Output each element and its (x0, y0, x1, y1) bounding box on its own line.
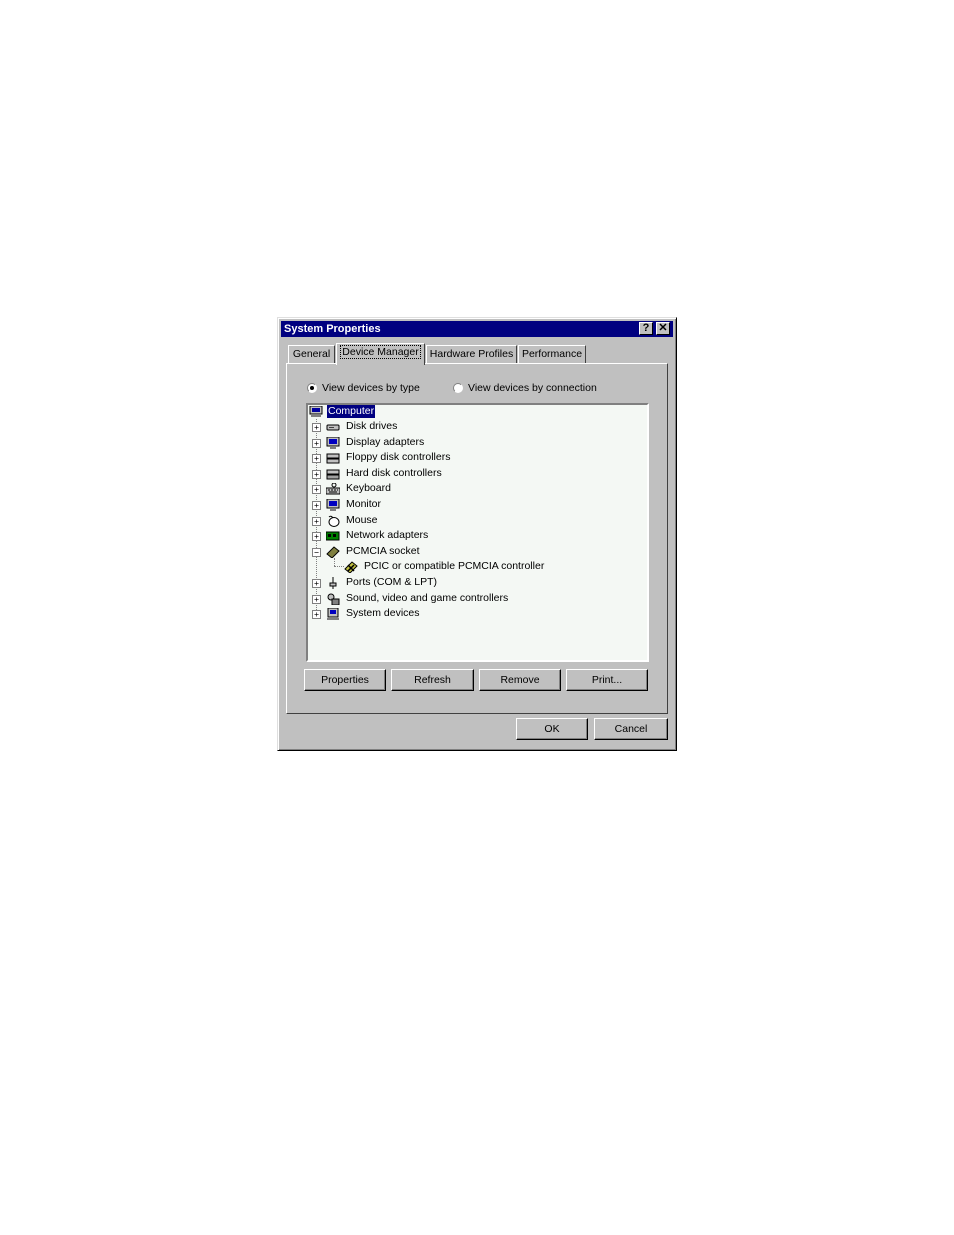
tab-general[interactable]: General (288, 345, 335, 364)
close-icon[interactable]: ✕ (656, 322, 670, 335)
tree-item-label: PCIC or compatible PCMCIA controller (364, 560, 545, 572)
expand-icon[interactable]: + (312, 517, 321, 526)
device-tree[interactable]: Computer + Disk drives + Display adapters + F… (306, 403, 649, 662)
keyboard-icon (326, 483, 340, 495)
tree-item-label: Keyboard (346, 482, 391, 494)
expand-icon[interactable]: + (312, 610, 321, 619)
properties-button[interactable]: Properties (304, 669, 386, 691)
expand-icon[interactable]: + (312, 501, 321, 510)
window-title: System Properties (284, 323, 381, 335)
tree-item-label: Disk drives (346, 420, 398, 432)
help-icon[interactable]: ? (639, 322, 653, 335)
tab-device-manager[interactable]: Device Manager (336, 343, 425, 365)
tree-connector (334, 566, 344, 567)
expand-icon[interactable]: + (312, 485, 321, 494)
expand-icon[interactable]: + (312, 454, 321, 463)
view-by-type-radio[interactable]: View devices by type (307, 382, 420, 394)
radio-unselected-icon (453, 383, 463, 393)
ok-button[interactable]: OK (516, 718, 588, 740)
tab-label: Hardware Profiles (429, 348, 514, 360)
device-manager-panel: View devices by type View devices by con… (286, 363, 668, 714)
hard-disk-controller-icon (326, 469, 340, 480)
tab-label: Performance (521, 348, 583, 360)
tree-item-label: System devices (346, 607, 420, 619)
computer-icon (309, 406, 323, 417)
expand-icon[interactable]: + (312, 439, 321, 448)
radio-label: View devices by type (322, 382, 420, 394)
tab-label: Device Manager (340, 345, 421, 359)
tab-hardware-profiles[interactable]: Hardware Profiles (426, 345, 517, 364)
refresh-button[interactable]: Refresh (391, 669, 474, 691)
mouse-icon (328, 515, 340, 527)
disk-drive-icon (326, 424, 340, 431)
disabled-device-icon (344, 561, 358, 573)
radio-label: View devices by connection (468, 382, 597, 394)
tree-item-label: Ports (COM & LPT) (346, 576, 438, 588)
tree-item-label: Display adapters (346, 436, 425, 448)
tab-label: General (292, 348, 331, 360)
tree-item-label: Computer (327, 405, 376, 418)
tree-item-label: Mouse (346, 514, 378, 526)
view-by-connection-radio[interactable]: View devices by connection (453, 382, 597, 394)
system-properties-dialog: System Properties ? ✕ General Device Man… (277, 317, 677, 751)
sound-icon (327, 593, 340, 605)
tree-item-label: PCMCIA socket (346, 545, 420, 557)
remove-button[interactable]: Remove (479, 669, 561, 691)
network-adapter-icon (326, 531, 340, 541)
expand-icon[interactable]: + (312, 532, 321, 541)
pcmcia-icon (326, 546, 340, 558)
tree-item-label: Network adapters (346, 529, 429, 541)
monitor-icon (326, 499, 340, 511)
expand-icon[interactable]: + (312, 579, 321, 588)
expand-icon[interactable]: + (312, 423, 321, 432)
cancel-button[interactable]: Cancel (594, 718, 668, 740)
collapse-icon[interactable]: − (312, 548, 321, 557)
print-button[interactable]: Print... (566, 669, 648, 691)
tree-item-label: Sound, video and game controllers (346, 592, 509, 604)
title-bar[interactable]: System Properties ? ✕ (281, 321, 673, 337)
tab-performance[interactable]: Performance (518, 345, 586, 364)
tree-item-label: Floppy disk controllers (346, 451, 451, 463)
floppy-controller-icon (326, 453, 340, 464)
tree-item-label: Hard disk controllers (346, 467, 442, 479)
display-adapter-icon (326, 437, 340, 449)
ports-icon (329, 577, 337, 589)
radio-selected-icon (307, 383, 317, 393)
tree-item-label: Monitor (346, 498, 382, 510)
system-devices-icon (327, 608, 339, 620)
expand-icon[interactable]: + (312, 595, 321, 604)
tree-connector (334, 558, 335, 566)
expand-icon[interactable]: + (312, 470, 321, 479)
